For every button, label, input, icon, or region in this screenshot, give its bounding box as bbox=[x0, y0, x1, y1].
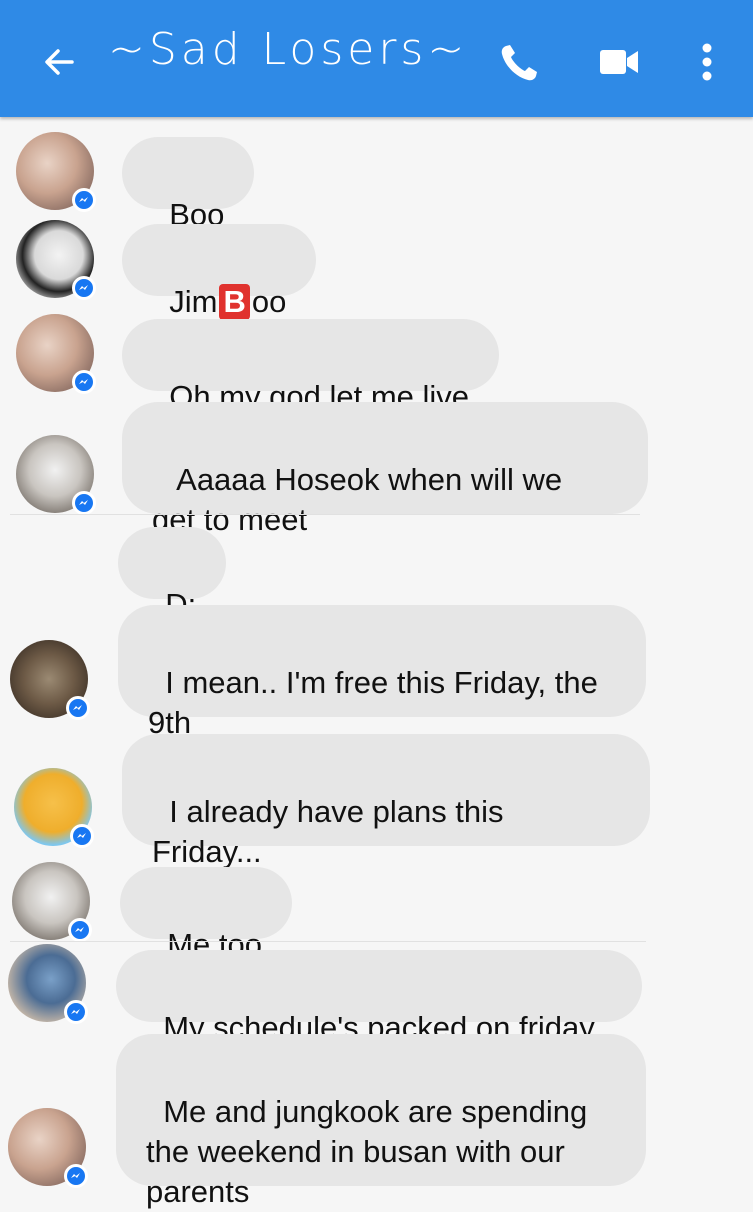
message-bubble[interactable]: Jim Boo bbox=[122, 224, 317, 320]
avatar[interactable] bbox=[12, 862, 92, 942]
messenger-badge-icon bbox=[72, 370, 96, 394]
message-text: Aaaaa Hoseok when will we get to meet bbox=[152, 462, 563, 537]
divider bbox=[10, 941, 646, 942]
more-options-icon[interactable] bbox=[695, 40, 719, 84]
message-bubble[interactable]: Oh my god let me live bbox=[122, 319, 500, 414]
message-bubble[interactable]: Me and jungkook are spending the weekend… bbox=[116, 1034, 646, 1209]
messenger-badge-icon bbox=[72, 276, 96, 300]
video-camera-icon[interactable] bbox=[598, 44, 640, 80]
avatar[interactable] bbox=[8, 944, 88, 1024]
message-text: Jim bbox=[169, 284, 218, 319]
avatar[interactable] bbox=[14, 768, 94, 848]
message-bubble[interactable]: D: bbox=[118, 527, 227, 622]
messenger-badge-icon bbox=[64, 1000, 88, 1024]
avatar[interactable] bbox=[16, 220, 96, 300]
b-emoji-icon: B bbox=[219, 284, 250, 320]
phone-icon[interactable] bbox=[496, 40, 542, 86]
messenger-badge-icon bbox=[70, 824, 94, 848]
message-text: oo bbox=[251, 284, 287, 319]
messenger-badge-icon bbox=[72, 188, 96, 212]
messenger-badge-icon bbox=[68, 918, 92, 942]
divider bbox=[10, 514, 640, 515]
message-bubble[interactable]: Aaaaa Hoseok when will we get to meet bbox=[122, 402, 648, 537]
chat-header: ~Sad Losers~ bbox=[0, 0, 753, 117]
avatar[interactable] bbox=[16, 132, 96, 212]
back-arrow-icon[interactable] bbox=[38, 40, 82, 84]
message-text: I mean.. I'm free this Friday, the 9th bbox=[148, 665, 598, 740]
avatar[interactable] bbox=[10, 640, 90, 720]
avatar[interactable] bbox=[16, 314, 96, 394]
message-bubble[interactable]: My schedule's packed on friday bbox=[116, 950, 642, 1045]
message-bubble[interactable]: I already have plans this Friday... bbox=[122, 734, 650, 869]
messenger-badge-icon bbox=[72, 491, 96, 515]
messenger-badge-icon bbox=[66, 696, 90, 720]
message-text: Me and jungkook are spending the weekend… bbox=[146, 1094, 588, 1209]
message-bubble[interactable]: Boo bbox=[122, 137, 255, 232]
message-text: I already have plans this Friday... bbox=[152, 794, 504, 869]
avatar[interactable] bbox=[8, 1108, 88, 1188]
messenger-badge-icon bbox=[64, 1164, 88, 1188]
conversation-title: ~Sad Losers~ bbox=[108, 24, 469, 75]
message-bubble[interactable]: Me too bbox=[120, 867, 293, 962]
message-bubble[interactable]: I mean.. I'm free this Friday, the 9th bbox=[118, 605, 646, 740]
avatar[interactable] bbox=[16, 435, 96, 515]
